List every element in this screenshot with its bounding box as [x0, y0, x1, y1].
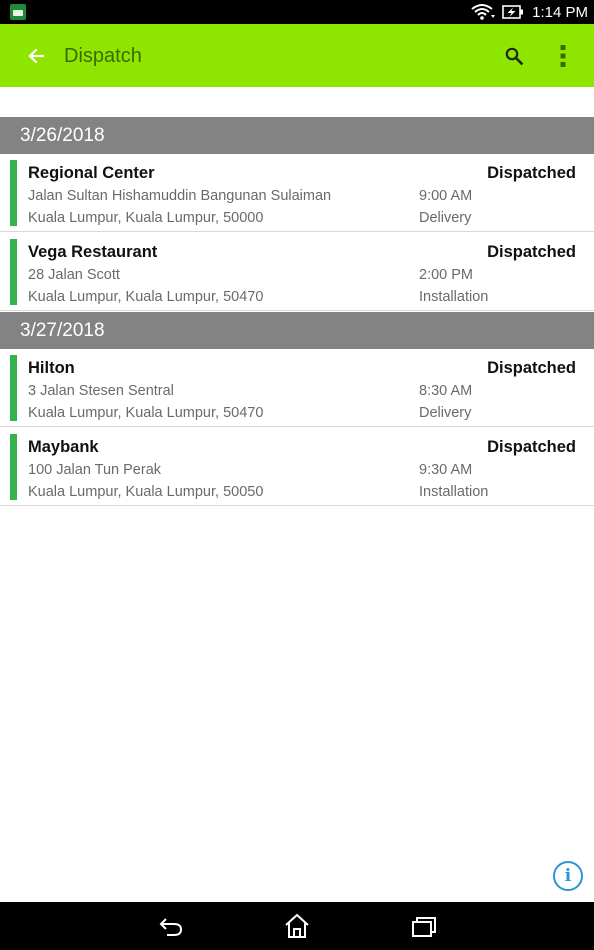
item-name: Vega Restaurant: [28, 243, 158, 261]
battery-charging-icon: [502, 4, 524, 20]
back-button[interactable]: [22, 42, 50, 70]
date-header: 3/27/2018: [0, 312, 594, 349]
address-line-2: Kuala Lumpur, Kuala Lumpur, 50000: [28, 210, 264, 226]
item-type: Installation: [419, 289, 489, 305]
dispatch-screen: 1:14 PM Dispatch 3/26/2018 Regional Cent…: [0, 0, 594, 950]
status-accent-bar: [10, 355, 17, 421]
item-type: Delivery: [419, 210, 472, 226]
status-bar: 1:14 PM: [0, 0, 594, 24]
wifi-icon: [470, 3, 496, 21]
dispatch-item[interactable]: Vega Restaurant Dispatched 28 Jalan Scot…: [0, 233, 594, 311]
address-line-1: 28 Jalan Scott: [28, 267, 120, 283]
page-title: Dispatch: [64, 45, 142, 67]
dispatch-item[interactable]: Hilton Dispatched 3 Jalan Stesen Sentral…: [0, 349, 594, 427]
item-type: Delivery: [419, 405, 472, 421]
status-badge: Dispatched: [487, 243, 576, 261]
status-accent-bar: [10, 434, 17, 500]
app-bar: Dispatch: [0, 24, 594, 87]
address-line-1: 3 Jalan Stesen Sentral: [28, 383, 174, 399]
item-name: Hilton: [28, 359, 75, 377]
item-time: 9:00 AM: [419, 188, 473, 204]
nav-recents-button[interactable]: [409, 912, 439, 940]
item-name: Regional Center: [28, 164, 155, 182]
nav-back-icon: [159, 918, 183, 936]
nav-home-icon: [285, 913, 309, 938]
nav-back-button[interactable]: [156, 912, 186, 940]
info-icon: i: [564, 866, 572, 886]
status-badge: Dispatched: [487, 164, 576, 182]
info-button[interactable]: i: [553, 861, 583, 891]
item-time: 2:00 PM: [419, 267, 473, 283]
arrow-left-icon: [28, 48, 45, 64]
nav-home-button[interactable]: [282, 912, 312, 940]
more-vertical-icon: [560, 45, 566, 67]
item-type: Installation: [419, 484, 489, 500]
system-nav-bar: [0, 902, 594, 950]
item-time: 9:30 AM: [419, 462, 473, 478]
address-line-1: 100 Jalan Tun Perak: [28, 462, 162, 478]
address-line-2: Kuala Lumpur, Kuala Lumpur, 50470: [28, 289, 264, 305]
dispatch-item[interactable]: Maybank Dispatched 100 Jalan Tun Perak K…: [0, 428, 594, 506]
date-header: 3/26/2018: [0, 117, 594, 154]
nav-recents-icon: [412, 917, 436, 937]
status-accent-bar: [10, 160, 17, 226]
status-accent-bar: [10, 239, 17, 305]
search-button[interactable]: [501, 43, 527, 69]
app-notification-icon: [10, 4, 26, 20]
status-badge: Dispatched: [487, 359, 576, 377]
status-time: 1:14 PM: [532, 3, 588, 21]
item-time: 8:30 AM: [419, 383, 473, 399]
status-badge: Dispatched: [487, 438, 576, 456]
address-line-2: Kuala Lumpur, Kuala Lumpur, 50050: [28, 484, 264, 500]
search-icon: [505, 47, 524, 66]
address-line-2: Kuala Lumpur, Kuala Lumpur, 50470: [28, 405, 264, 421]
dispatch-item[interactable]: Regional Center Dispatched Jalan Sultan …: [0, 154, 594, 232]
address-line-1: Jalan Sultan Hishamuddin Bangunan Sulaim…: [28, 188, 332, 204]
item-name: Maybank: [28, 438, 99, 456]
status-indicators: 1:14 PM: [470, 0, 588, 24]
overflow-menu-button[interactable]: [552, 42, 574, 70]
